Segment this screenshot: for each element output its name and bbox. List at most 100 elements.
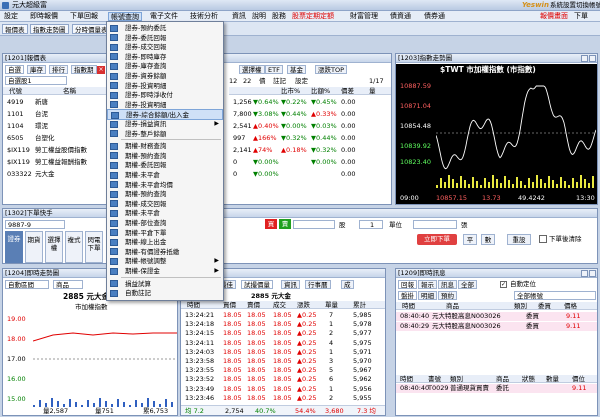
- menu-settings[interactable]: 設定: [4, 12, 18, 21]
- order-link[interactable]: 下單: [574, 12, 588, 21]
- menu-debt-link[interactable]: 債資通: [390, 12, 411, 21]
- quote-screen-link[interactable]: 報價畫面: [540, 12, 568, 21]
- menu-bond-link[interactable]: 債券通: [424, 12, 445, 21]
- quote-right-row[interactable]: 1,256 ▼0.64% ▼0.22% ▼0.45% 0.00: [229, 97, 391, 107]
- account-filter-select[interactable]: 全部帳號: [514, 291, 596, 300]
- stock-input[interactable]: [293, 220, 335, 229]
- quote-row[interactable]: 1104 環泥: [3, 121, 111, 131]
- small-tab-22[interactable]: 22: [243, 77, 251, 85]
- tab-flash-order[interactable]: 閃電下單: [85, 231, 103, 263]
- flat-button[interactable]: 平: [463, 234, 477, 245]
- toolbar-quote-button[interactable]: 報價表: [2, 24, 28, 34]
- tick-row[interactable]: 13:23:52 18.05 18.05 18.05 ▲0.25 6 5,962: [181, 375, 385, 384]
- tab-trial-match[interactable]: 試撮價量: [241, 280, 273, 289]
- tab-fund[interactable]: 基金: [287, 65, 306, 74]
- tick-row[interactable]: 13:24:21 18.05 18.05 18.05 ▲0.25 7 5,985: [181, 311, 385, 320]
- type-select[interactable]: 商品: [53, 280, 83, 289]
- dropdown-item[interactable]: 證券-整戶餘額: [107, 129, 223, 139]
- system-settings-link[interactable]: 系統設置: [550, 1, 576, 10]
- tab-all[interactable]: 全部: [458, 280, 477, 289]
- quote-right-row[interactable]: 2,141 ▲74% ▲0.18% ▼0.32% 0.00: [229, 145, 391, 155]
- close-icon[interactable]: [589, 55, 596, 62]
- minimize-icon[interactable]: [581, 270, 588, 277]
- tab-info[interactable]: 資訊: [281, 280, 300, 289]
- minimize-icon[interactable]: [581, 55, 588, 62]
- quote-row[interactable]: $IX119 勞工權益股價指數: [3, 145, 111, 155]
- tab-message[interactable]: 訊息: [438, 280, 457, 289]
- tab-combo[interactable]: 複式: [65, 231, 83, 263]
- quote-right-row[interactable]: 997 ▲166% ▼0.32% ▼0.44% 0.00: [229, 133, 391, 143]
- tick-row[interactable]: 13:23:55 18.05 18.05 18.05 ▲0.25 5 5,967: [181, 366, 385, 375]
- tab-pending[interactable]: 盤掛: [398, 291, 417, 300]
- small-tab-12[interactable]: 12: [229, 77, 237, 85]
- tab-top-movers[interactable]: 漲跌TOP: [315, 65, 348, 74]
- quote-right-row[interactable]: 0 ▼0.00% ▼0.00% 0.00: [229, 157, 391, 167]
- count-button[interactable]: 數: [481, 234, 495, 245]
- msg-row[interactable]: 08:40:29 元大特股高息N003026 委買 9.11: [396, 322, 597, 331]
- tab-inventory[interactable]: 庫存: [27, 65, 46, 74]
- quote-row[interactable]: 1101 台泥: [3, 109, 111, 119]
- small-tab-settings[interactable]: 設定: [295, 77, 308, 85]
- dropdown-item[interactable]: 自動註記: [107, 288, 223, 298]
- menu-account-query[interactable]: 帳號查詢: [108, 12, 142, 21]
- switch-account-link[interactable]: 切換帳號: [576, 1, 600, 10]
- tab-trade[interactable]: 成: [341, 280, 354, 289]
- tab-details[interactable]: 明細: [418, 291, 437, 300]
- tab-options[interactable]: 選擇權: [239, 65, 265, 74]
- tab-ranking[interactable]: 排行: [49, 65, 68, 74]
- tick-row[interactable]: 13:24:11 18.05 18.05 18.05 ▲0.25 4 5,975: [181, 339, 385, 348]
- sell-button[interactable]: 賣: [279, 219, 291, 229]
- tab-report[interactable]: 回報: [398, 280, 417, 289]
- quote-right-row[interactable]: 7,800 ▼3.08% ▼0.44% ▲0.33% 0.00: [229, 109, 391, 119]
- tick-row[interactable]: 13:23:49 18.05 18.05 18.05 ▲0.25 1 5,956: [181, 385, 385, 394]
- quote-right-row[interactable]: 0 ▼0.00% 0.00: [229, 169, 391, 179]
- auto-position-checkbox[interactable]: ✓: [500, 281, 507, 288]
- tab-securities[interactable]: 證券: [5, 231, 23, 263]
- menu-e-docs[interactable]: 電子文件: [150, 12, 178, 21]
- tab-calendar[interactable]: 行事曆: [305, 280, 331, 289]
- tab-reserve[interactable]: 預約: [438, 291, 457, 300]
- quote-row[interactable]: 033322 元大金: [3, 169, 111, 179]
- msg-lower-row[interactable]: 08:40:40 T0029 普通現貨買賣 委託 9.11: [396, 384, 597, 393]
- tick-row[interactable]: 13:24:03 18.05 18.05 18.05 ▲0.25 1 5,971: [181, 348, 385, 357]
- small-tab-debt[interactable]: 債: [259, 77, 266, 85]
- buy-button[interactable]: 買: [265, 219, 277, 229]
- quote-row[interactable]: $IX119 勞工權益報酬指數: [3, 157, 111, 167]
- tick-row[interactable]: 13:24:15 18.05 18.05 18.05 ▲0.25 2 5,977: [181, 329, 385, 338]
- quote-row[interactable]: 6505 台塑化: [3, 133, 111, 143]
- tick-row[interactable]: 13:24:18 18.05 18.05 18.05 ▲0.25 1 5,978: [181, 320, 385, 329]
- range-select[interactable]: 自動區間: [5, 280, 49, 289]
- menu-technical-analysis[interactable]: 技術分析: [190, 12, 218, 21]
- menu-order-report[interactable]: 下單回報: [70, 12, 98, 21]
- menu-regular-investment[interactable]: 股票定期定額: [292, 12, 334, 21]
- clear-after-order-checkbox[interactable]: [539, 235, 547, 243]
- account-select[interactable]: 9887-9: [5, 220, 65, 229]
- toolbar-time-volume-button[interactable]: 分時價量表: [72, 24, 111, 34]
- msg-row[interactable]: 08:40:40 元大特股高息N003026 委買 9.11: [396, 312, 597, 321]
- price-input[interactable]: [413, 220, 457, 229]
- quote-row[interactable]: 4919 新唐: [3, 97, 111, 107]
- menu-realtime-quote[interactable]: 即時報價: [30, 12, 58, 21]
- close-icon[interactable]: ×: [97, 66, 105, 74]
- quote-right-row[interactable]: 2,541 ▲0.40% ▼0.00% ▼0.03% 0.00: [229, 121, 391, 131]
- tab-etf[interactable]: ETF: [265, 65, 283, 74]
- tab-futures[interactable]: 期貨: [25, 231, 43, 263]
- tab-index-futures[interactable]: 指數期: [71, 65, 97, 74]
- tab-watchlist[interactable]: 自選: [5, 65, 24, 74]
- menu-info[interactable]: 資訊: [232, 12, 246, 21]
- send-order-button[interactable]: 立即下單: [417, 234, 457, 245]
- small-tab-note[interactable]: 註記: [273, 77, 286, 85]
- dropdown-item[interactable]: 期權-保證金 ▶: [107, 266, 223, 276]
- reset-button[interactable]: 重設: [507, 234, 531, 245]
- qty-input[interactable]: 1: [359, 220, 383, 229]
- menu-wealth[interactable]: 財富管理: [350, 12, 378, 21]
- menu-stock-affairs[interactable]: 股務: [272, 12, 286, 21]
- tick-row[interactable]: 13:23:58 18.05 18.05 18.05 ▲0.25 3 5,970: [181, 357, 385, 366]
- toolbar-index-chart-button[interactable]: 指數走勢圖: [30, 24, 69, 34]
- tab-notice[interactable]: 報示: [418, 280, 437, 289]
- tick-row[interactable]: 13:23:46 18.05 18.05 18.05 ▲0.25 2 5,955: [181, 394, 385, 403]
- close-icon[interactable]: [589, 270, 596, 277]
- menu-help[interactable]: 說明: [252, 12, 266, 21]
- tab-options[interactable]: 選擇權: [45, 231, 63, 263]
- group-select[interactable]: 自選股1: [5, 76, 67, 85]
